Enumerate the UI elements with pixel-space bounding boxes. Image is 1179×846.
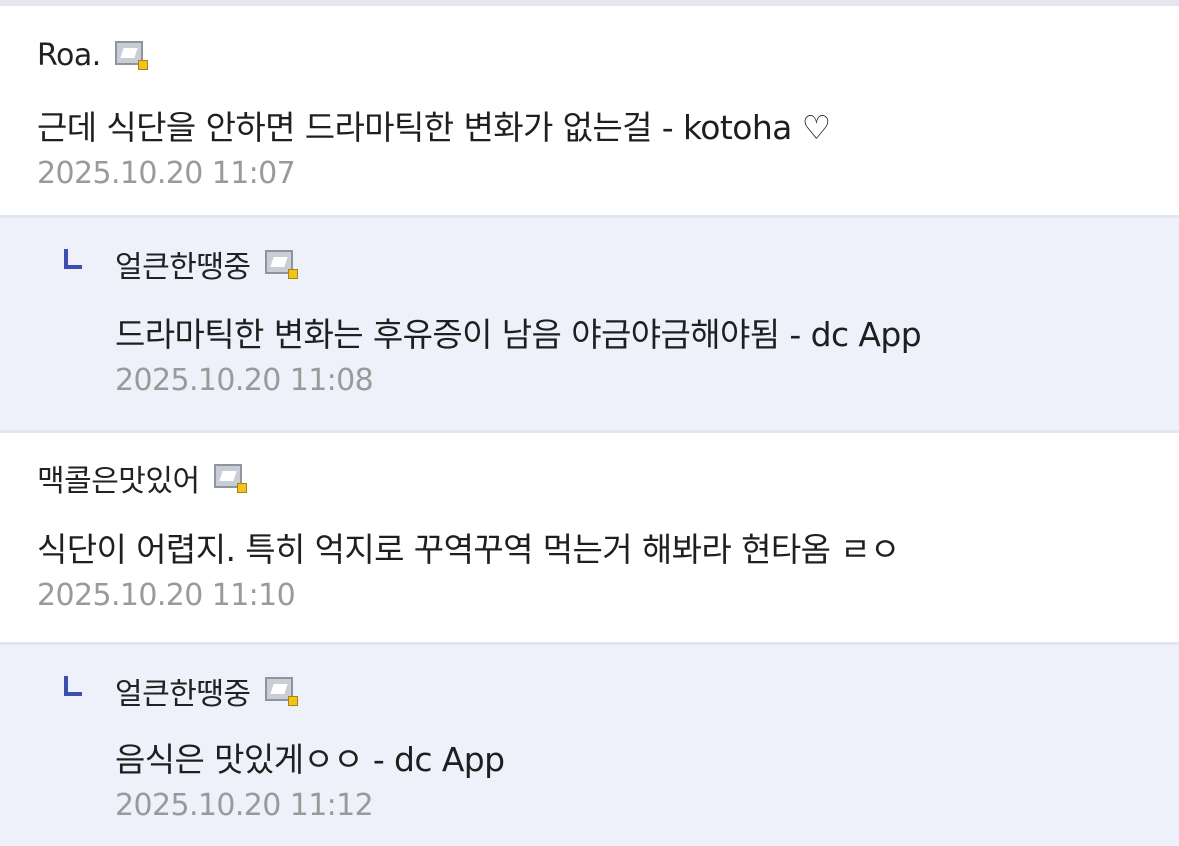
comment-item: 맥콜은맛있어 식단이 어렵지. 특히 억지로 꾸역꾸역 먹는거 해봐라 현타옴 … bbox=[0, 433, 1179, 645]
gallery-icon bbox=[114, 40, 149, 70]
reply-author-nick[interactable]: 얼큰한땡중 bbox=[115, 242, 251, 286]
reply-arrow-icon bbox=[64, 249, 82, 269]
comment-timestamp: 2025.10.20 11:10 bbox=[37, 578, 296, 613]
gallery-icon bbox=[264, 249, 299, 279]
comment-author-nick[interactable]: 맥콜은맛있어 bbox=[37, 456, 200, 500]
reply-timestamp: 2025.10.20 11:08 bbox=[115, 363, 374, 398]
reply-item: 얼큰한땡중 음식은 맛있게ㅇㅇ - dc App 2025.10.20 11:1… bbox=[0, 645, 1179, 846]
comment-item: Roa. 근데 식단을 안하면 드라마틱한 변화가 없는걸 - kotoha ♡… bbox=[0, 6, 1179, 218]
comment-text: 근데 식단을 안하면 드라마틱한 변화가 없는걸 - kotoha ♡ bbox=[37, 108, 831, 147]
comment-text: 식단이 어렵지. 특히 억지로 꾸역꾸역 먹는거 해봐라 현타옴 ㄹㅇ bbox=[37, 530, 900, 569]
reply-text: 음식은 맛있게ㅇㅇ - dc App bbox=[115, 740, 505, 779]
gallery-icon bbox=[213, 463, 248, 493]
comment-list: Roa. 근데 식단을 안하면 드라마틱한 변화가 없는걸 - kotoha ♡… bbox=[0, 6, 1179, 846]
comment-author-nick[interactable]: Roa. bbox=[37, 38, 101, 73]
reply-author-nick[interactable]: 얼큰한땡중 bbox=[115, 669, 251, 713]
reply-item: 얼큰한땡중 드라마틱한 변화는 후유증이 남음 야금야금해야됨 - dc App… bbox=[0, 218, 1179, 433]
reply-author-row[interactable]: 얼큰한땡중 bbox=[115, 242, 299, 286]
reply-timestamp: 2025.10.20 11:12 bbox=[115, 788, 374, 823]
reply-author-row[interactable]: 얼큰한땡중 bbox=[115, 669, 299, 713]
comment-timestamp: 2025.10.20 11:07 bbox=[37, 156, 296, 191]
reply-text: 드라마틱한 변화는 후유증이 남음 야금야금해야됨 - dc App bbox=[115, 315, 922, 354]
comment-author-row[interactable]: Roa. bbox=[37, 35, 149, 75]
gallery-icon bbox=[264, 676, 299, 706]
reply-arrow-icon bbox=[64, 676, 82, 696]
comment-author-row[interactable]: 맥콜은맛있어 bbox=[37, 456, 248, 500]
